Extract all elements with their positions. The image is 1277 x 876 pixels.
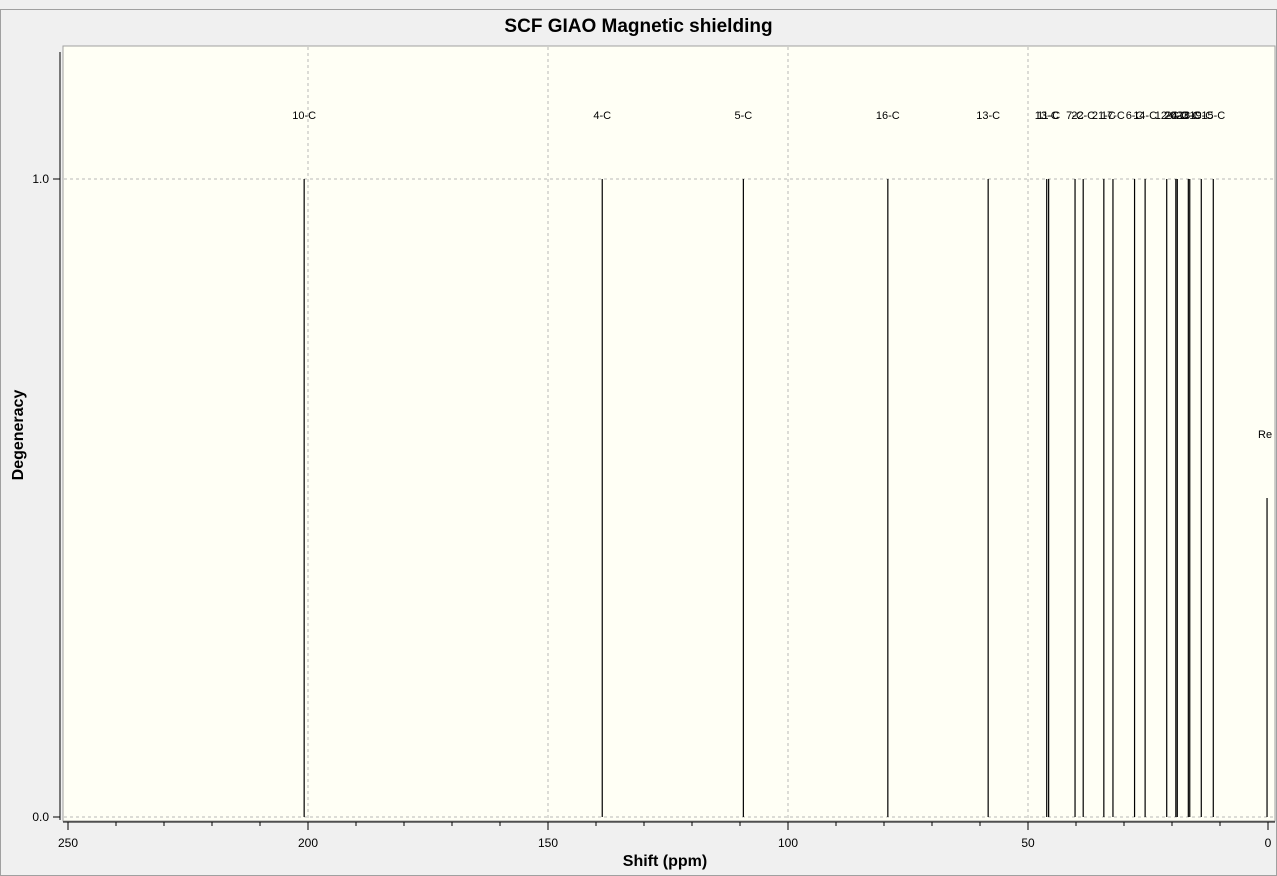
plot-area xyxy=(62,45,1276,822)
peak-label: 13-C xyxy=(976,110,1000,122)
peak-label: 14-C xyxy=(1133,110,1157,122)
x-tick-label: 0 xyxy=(1265,836,1272,850)
y-tick-label: 0.0 xyxy=(32,810,49,824)
x-tick-label: 150 xyxy=(538,836,558,850)
peak-label: 5-C xyxy=(734,110,752,122)
peak-label: 15-C xyxy=(1201,110,1225,122)
peak-label: 4-C xyxy=(593,110,611,122)
x-tick-label: 100 xyxy=(778,836,798,850)
spectrum-plot[interactable]: 250 200 150 100 50 0 0.0 1.0 10-C 4-C 5-C 16-C 13-C… xyxy=(0,0,1277,876)
peak-label: 11-C xyxy=(1037,110,1060,122)
x-tick-label: 200 xyxy=(298,836,318,850)
x-tick-label: 250 xyxy=(58,836,78,850)
peak-label: Re xyxy=(1258,429,1272,441)
peak-label: 16-C xyxy=(876,110,900,122)
x-tick-label: 50 xyxy=(1021,836,1035,850)
peak-label: 10-C xyxy=(292,110,316,122)
y-tick-label: 1.0 xyxy=(32,172,49,186)
peak-label: 17-C xyxy=(1101,110,1125,122)
